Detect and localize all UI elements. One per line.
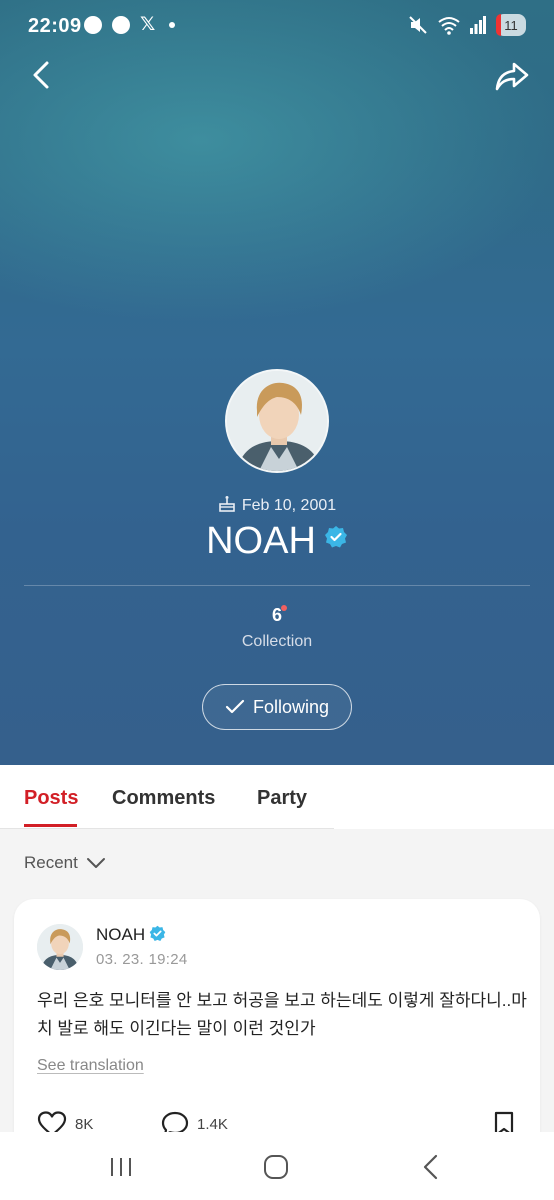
birthday-text: Feb 10, 2001: [241, 497, 337, 514]
post-author[interactable]: NOAH: [96, 925, 166, 945]
collection-count[interactable]: 6: [0, 605, 554, 626]
comment-count: 1.4K: [197, 1115, 228, 1133]
recent-apps-icon[interactable]: [106, 1152, 136, 1182]
profile-name: NOAH: [206, 520, 316, 562]
profile-tabs: Posts Comments Party: [0, 765, 554, 829]
tab-comments[interactable]: Comments: [112, 787, 215, 810]
collection-label: Collection: [241, 633, 313, 650]
birthday-row: Feb 10, 2001: [0, 495, 554, 515]
chat-icon: [112, 16, 130, 34]
signal-icon: [470, 16, 486, 34]
line-icon: [84, 16, 102, 34]
tab-posts[interactable]: Posts: [24, 787, 78, 810]
new-indicator-dot: [281, 605, 287, 611]
see-translation-link[interactable]: See translation: [37, 1057, 144, 1075]
chevron-down-icon: [86, 858, 105, 868]
post-author-name: NOAH: [96, 925, 146, 944]
battery-icon: 11: [496, 14, 526, 36]
wifi-icon: [438, 17, 460, 35]
following-label: Following: [252, 696, 330, 717]
back-arrow-icon[interactable]: [26, 58, 60, 92]
post-timestamp: 03. 23. 19:24: [96, 951, 188, 968]
status-bar: 22:09 𝕏 11: [0, 0, 554, 52]
dot-icon: [169, 22, 176, 28]
home-icon[interactable]: [261, 1152, 291, 1182]
back-icon[interactable]: [416, 1152, 446, 1182]
x-icon: 𝕏: [140, 14, 156, 35]
profile-header: 22:09 𝕏 11 Feb 10, 2001 NOAH 6 Collectio…: [0, 0, 554, 765]
header-divider: [24, 585, 530, 586]
sort-label: Recent: [24, 853, 78, 872]
verified-badge-icon: [324, 526, 347, 548]
status-icons-left: 𝕏: [84, 14, 176, 35]
check-icon: [225, 699, 245, 714]
cake-icon: [219, 496, 235, 512]
profile-name-row: NOAH: [0, 520, 554, 563]
mute-icon: [409, 16, 427, 34]
post-body: 우리 은호 모니터를 안 보고 허공을 보고 하는데도 이렇게 잘하다니..마치…: [37, 991, 527, 1038]
active-tab-indicator: [24, 824, 77, 827]
verified-badge-icon: [149, 925, 166, 941]
following-button[interactable]: Following: [202, 684, 352, 730]
status-icons-right: 11: [408, 14, 526, 36]
status-time: 22:09: [28, 15, 82, 37]
system-navigation-bar: [0, 1132, 554, 1200]
tabs-divider: [0, 828, 334, 829]
profile-avatar: [225, 369, 329, 473]
sort-dropdown[interactable]: Recent: [24, 853, 106, 873]
share-icon[interactable]: [494, 58, 530, 94]
tab-party[interactable]: Party: [257, 787, 307, 810]
post-author-avatar[interactable]: [37, 924, 83, 970]
like-count: 8K: [75, 1115, 94, 1133]
